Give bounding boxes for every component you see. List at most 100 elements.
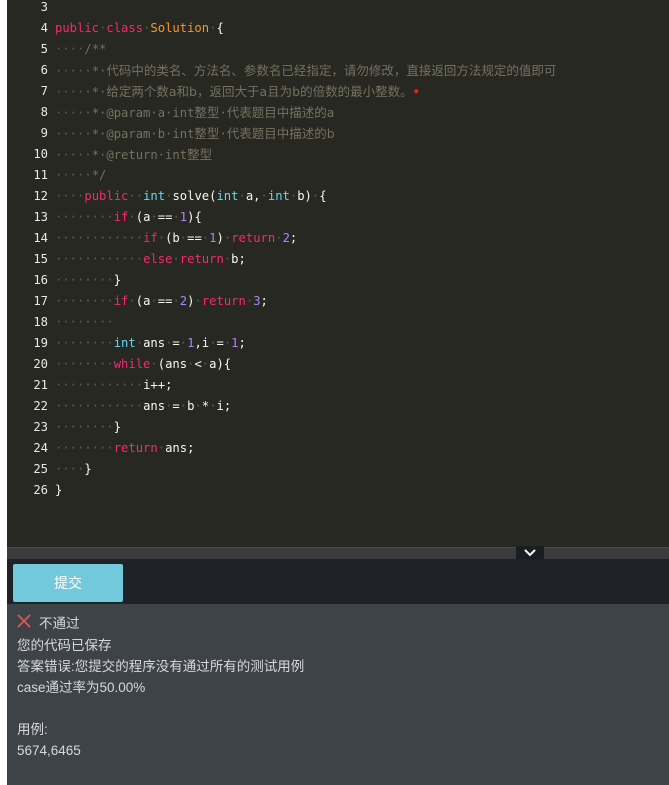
code-text[interactable]: ········if·(a·==·2)·return·3; <box>55 291 268 312</box>
code-line[interactable]: 10 ·····*·@return·int整型 <box>7 144 669 165</box>
code-token: *·@param·a·int <box>91 106 195 120</box>
code-token: return <box>201 294 246 308</box>
code-token: b) <box>297 189 312 203</box>
code-line[interactable]: 7 ·····*·给定两个数a和b，返回大于a且为b的倍数的最小整数。• <box>7 81 669 102</box>
code-token: · <box>219 127 227 141</box>
code-line[interactable]: 17 ········if·(a·==·2)·return·3; <box>7 291 669 312</box>
code-text[interactable]: ············else·return·b; <box>55 249 246 270</box>
code-token: Solution <box>150 21 210 35</box>
code-token: public <box>55 21 100 35</box>
code-token: if <box>143 231 158 245</box>
line-number: 17 <box>33 294 48 308</box>
code-token: ·· <box>128 189 144 203</box>
code-line[interactable]: 21 ············i++; <box>7 375 669 396</box>
code-text[interactable]: ·····*·@return·int整型 <box>55 144 212 166</box>
code-token: 给定两个数a和b，返回大于a且为b的倍数的最小整数。 <box>106 84 413 99</box>
code-token: ····· <box>55 148 92 162</box>
code-text[interactable]: ·····*·@param·a·int整型·代表题目中描述的a <box>55 102 334 124</box>
code-token: ········ <box>55 441 114 455</box>
code-editor[interactable]: 3 4 public·class·Solution·{ 5 ····/** 6 ·····*… <box>7 0 669 547</box>
code-token: if <box>113 210 129 224</box>
error-marker: • <box>412 85 420 99</box>
code-text[interactable]: ········} <box>55 270 121 291</box>
code-line[interactable]: 20 ········while·(ans·<·a){ <box>7 354 669 375</box>
code-text[interactable]: ·····*·@param·b·int整型·代表题目中描述的b <box>55 123 335 145</box>
code-line[interactable]: 16 ········} <box>7 270 669 291</box>
code-token: *· <box>91 64 107 78</box>
code-text[interactable]: ········int·ans·=·1,i·=·1; <box>55 333 246 354</box>
submit-button[interactable]: 提交 <box>13 564 123 602</box>
code-text[interactable]: ·····*/ <box>55 165 106 186</box>
code-text[interactable]: ········} <box>55 417 121 438</box>
line-number: 23 <box>33 420 48 434</box>
code-text[interactable]: ·····*·给定两个数a和b，返回大于a且为b的倍数的最小整数。• <box>55 81 420 103</box>
code-line[interactable]: 8 ·····*·@param·a·int整型·代表题目中描述的a <box>7 102 669 123</box>
line-number: 14 <box>33 231 48 245</box>
code-token: int <box>267 189 290 203</box>
code-text[interactable]: ····} <box>55 459 92 480</box>
code-text[interactable]: ············ans·=·b·*·i; <box>55 396 231 417</box>
code-token: ········ <box>55 273 114 287</box>
code-token: ····· <box>55 85 92 99</box>
code-line[interactable]: 19 ········int·ans·=·1,i·=·1; <box>7 333 669 354</box>
code-token: } <box>84 462 92 476</box>
code-token: ····· <box>55 127 92 141</box>
code-token: ····· <box>55 64 92 78</box>
code-token: · <box>172 294 180 308</box>
code-token: 代码中的类名、方法名、参数名已经指定，请勿修改，直接返回方法规定的值即可 <box>106 63 557 78</box>
code-line[interactable]: 22 ············ans·=·b·*·i; <box>7 396 669 417</box>
code-text[interactable]: ········ <box>55 312 114 333</box>
code-line[interactable]: 26} <box>7 480 669 501</box>
code-text[interactable]: ····/** <box>55 39 106 60</box>
line-number: 4 <box>40 21 48 35</box>
code-token: return <box>113 441 158 455</box>
code-token: a){ <box>209 357 232 371</box>
code-token: ){ <box>187 210 202 224</box>
chevron-down-icon[interactable] <box>516 546 544 560</box>
code-token: · <box>128 294 136 308</box>
code-line[interactable]: 25 ····} <box>7 459 669 480</box>
code-line[interactable]: 13 ········if·(a·==·1){ <box>7 207 669 228</box>
line-number: 25 <box>33 462 48 476</box>
code-token: ; <box>238 336 246 350</box>
code-text[interactable]: ········while·(ans·<·a){ <box>55 354 231 375</box>
case-label: 用例: <box>17 722 48 737</box>
code-token: ···· <box>55 42 85 56</box>
code-line[interactable]: 3 <box>7 0 669 18</box>
code-token: · <box>179 336 188 350</box>
code-token: ans <box>143 399 166 413</box>
code-line[interactable]: 9 ·····*·@param·b·int整型·代表题目中描述的b <box>7 123 669 144</box>
code-text[interactable]: ············if·(b·==·1)·return·2; <box>55 228 297 249</box>
code-line[interactable]: 11 ·····*/ <box>7 165 669 186</box>
code-token: · <box>150 294 158 308</box>
code-text[interactable]: ········if·(a·==·1){ <box>55 207 202 228</box>
code-text[interactable]: } <box>55 480 62 501</box>
status-label: 不通过 <box>39 616 80 631</box>
code-text[interactable]: ········return·ans; <box>55 438 194 459</box>
code-token: ····· <box>55 168 92 182</box>
code-line[interactable]: 4 public·class·Solution·{ <box>7 18 669 39</box>
code-text[interactable]: ····public··int·solve(int·a,·int·b)·{ <box>55 186 327 207</box>
code-token: (b <box>165 231 180 245</box>
line-number: 9 <box>40 126 48 140</box>
code-line[interactable]: 23 ········} <box>7 417 669 438</box>
case-value: 5674,6465 <box>17 743 81 758</box>
code-text[interactable]: ·····*·代码中的类名、方法名、参数名已经指定，请勿修改，直接返回方法规定的… <box>55 60 556 82</box>
code-line[interactable]: 12 ····public··int·solve(int·a,·int·b)·{ <box>7 186 669 207</box>
line-number: 5 <box>40 42 48 56</box>
code-token: b; <box>231 252 246 266</box>
code-line[interactable]: 24 ········return·ans; <box>7 438 669 459</box>
code-token: { <box>319 189 327 203</box>
code-text[interactable]: public·class·Solution·{ <box>55 18 224 39</box>
saved-message: 您的代码已保存 <box>17 638 112 653</box>
code-token: ············ <box>55 399 144 413</box>
code-line[interactable]: 5 ····/** <box>7 39 669 60</box>
line-number: 22 <box>33 399 48 413</box>
code-line[interactable]: 14 ············if·(b·==·1)·return·2; <box>7 228 669 249</box>
code-token: 代表题目中描述的b <box>226 126 335 141</box>
code-text[interactable]: ············i++; <box>55 375 172 396</box>
code-line[interactable]: 6 ·····*·代码中的类名、方法名、参数名已经指定，请勿修改，直接返回方法规定… <box>7 60 669 81</box>
code-token: = <box>172 336 180 350</box>
code-line[interactable]: 15 ············else·return·b; <box>7 249 669 270</box>
code-line[interactable]: 18 ········ <box>7 312 669 333</box>
